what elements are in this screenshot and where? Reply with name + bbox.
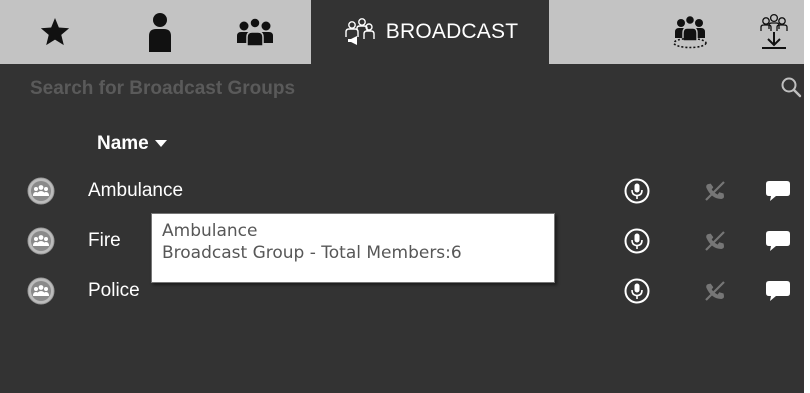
call-button[interactable] (700, 276, 730, 306)
push-to-talk-button[interactable] (622, 176, 652, 206)
tab-download-groups[interactable] (744, 0, 804, 64)
chat-bubble-icon (766, 231, 790, 251)
group-icon (237, 17, 273, 47)
microphone-icon (624, 228, 650, 254)
tab-dynamic-groups[interactable] (650, 0, 730, 64)
download-group-icon (760, 13, 788, 49)
column-header-label: Name (97, 133, 149, 154)
sort-down-icon (154, 140, 167, 147)
broadcast-group-avatar-icon (27, 177, 55, 205)
call-disabled-icon (705, 231, 725, 251)
tab-favorites[interactable] (15, 0, 95, 64)
tab-bar: BROADCAST (0, 0, 804, 64)
call-button[interactable] (700, 176, 730, 206)
list-item[interactable]: Ambulance (0, 174, 804, 208)
call-button[interactable] (700, 226, 730, 256)
broadcast-group-avatar-icon (27, 277, 55, 305)
call-disabled-icon (705, 181, 725, 201)
call-disabled-icon (705, 281, 725, 301)
chat-bubble-icon (766, 181, 790, 201)
tab-broadcast-label: BROADCAST (385, 20, 519, 43)
search-input[interactable] (8, 74, 770, 104)
message-button[interactable] (763, 176, 793, 206)
group-name: Ambulance (88, 180, 184, 201)
broadcast-group-icon (345, 18, 375, 45)
person-icon (149, 13, 171, 52)
message-button[interactable] (763, 226, 793, 256)
group-name: Police (88, 280, 140, 301)
microphone-icon (624, 178, 650, 204)
search-icon[interactable] (780, 76, 802, 98)
tab-groups[interactable] (210, 0, 300, 64)
dynamic-group-icon (673, 14, 707, 49)
tooltip-detail: Broadcast Group - Total Members:6 (162, 243, 462, 263)
push-to-talk-button[interactable] (622, 226, 652, 256)
push-to-talk-button[interactable] (622, 276, 652, 306)
chat-bubble-icon (766, 281, 790, 301)
column-header-name[interactable]: Name (97, 133, 167, 155)
group-name: Fire (88, 230, 121, 251)
broadcast-group-avatar-icon (27, 227, 55, 255)
tab-broadcast[interactable]: BROADCAST (311, 0, 549, 64)
broadcast-panel: BROADCAST Search for Broadcast Groups Na… (0, 0, 804, 393)
microphone-icon (624, 278, 650, 304)
message-button[interactable] (763, 276, 793, 306)
group-tooltip: Ambulance Broadcast Group - Total Member… (151, 213, 555, 283)
tooltip-title: Ambulance (162, 221, 258, 241)
search-bar (0, 64, 804, 116)
star-icon (40, 18, 70, 46)
tab-contacts[interactable] (120, 0, 200, 64)
